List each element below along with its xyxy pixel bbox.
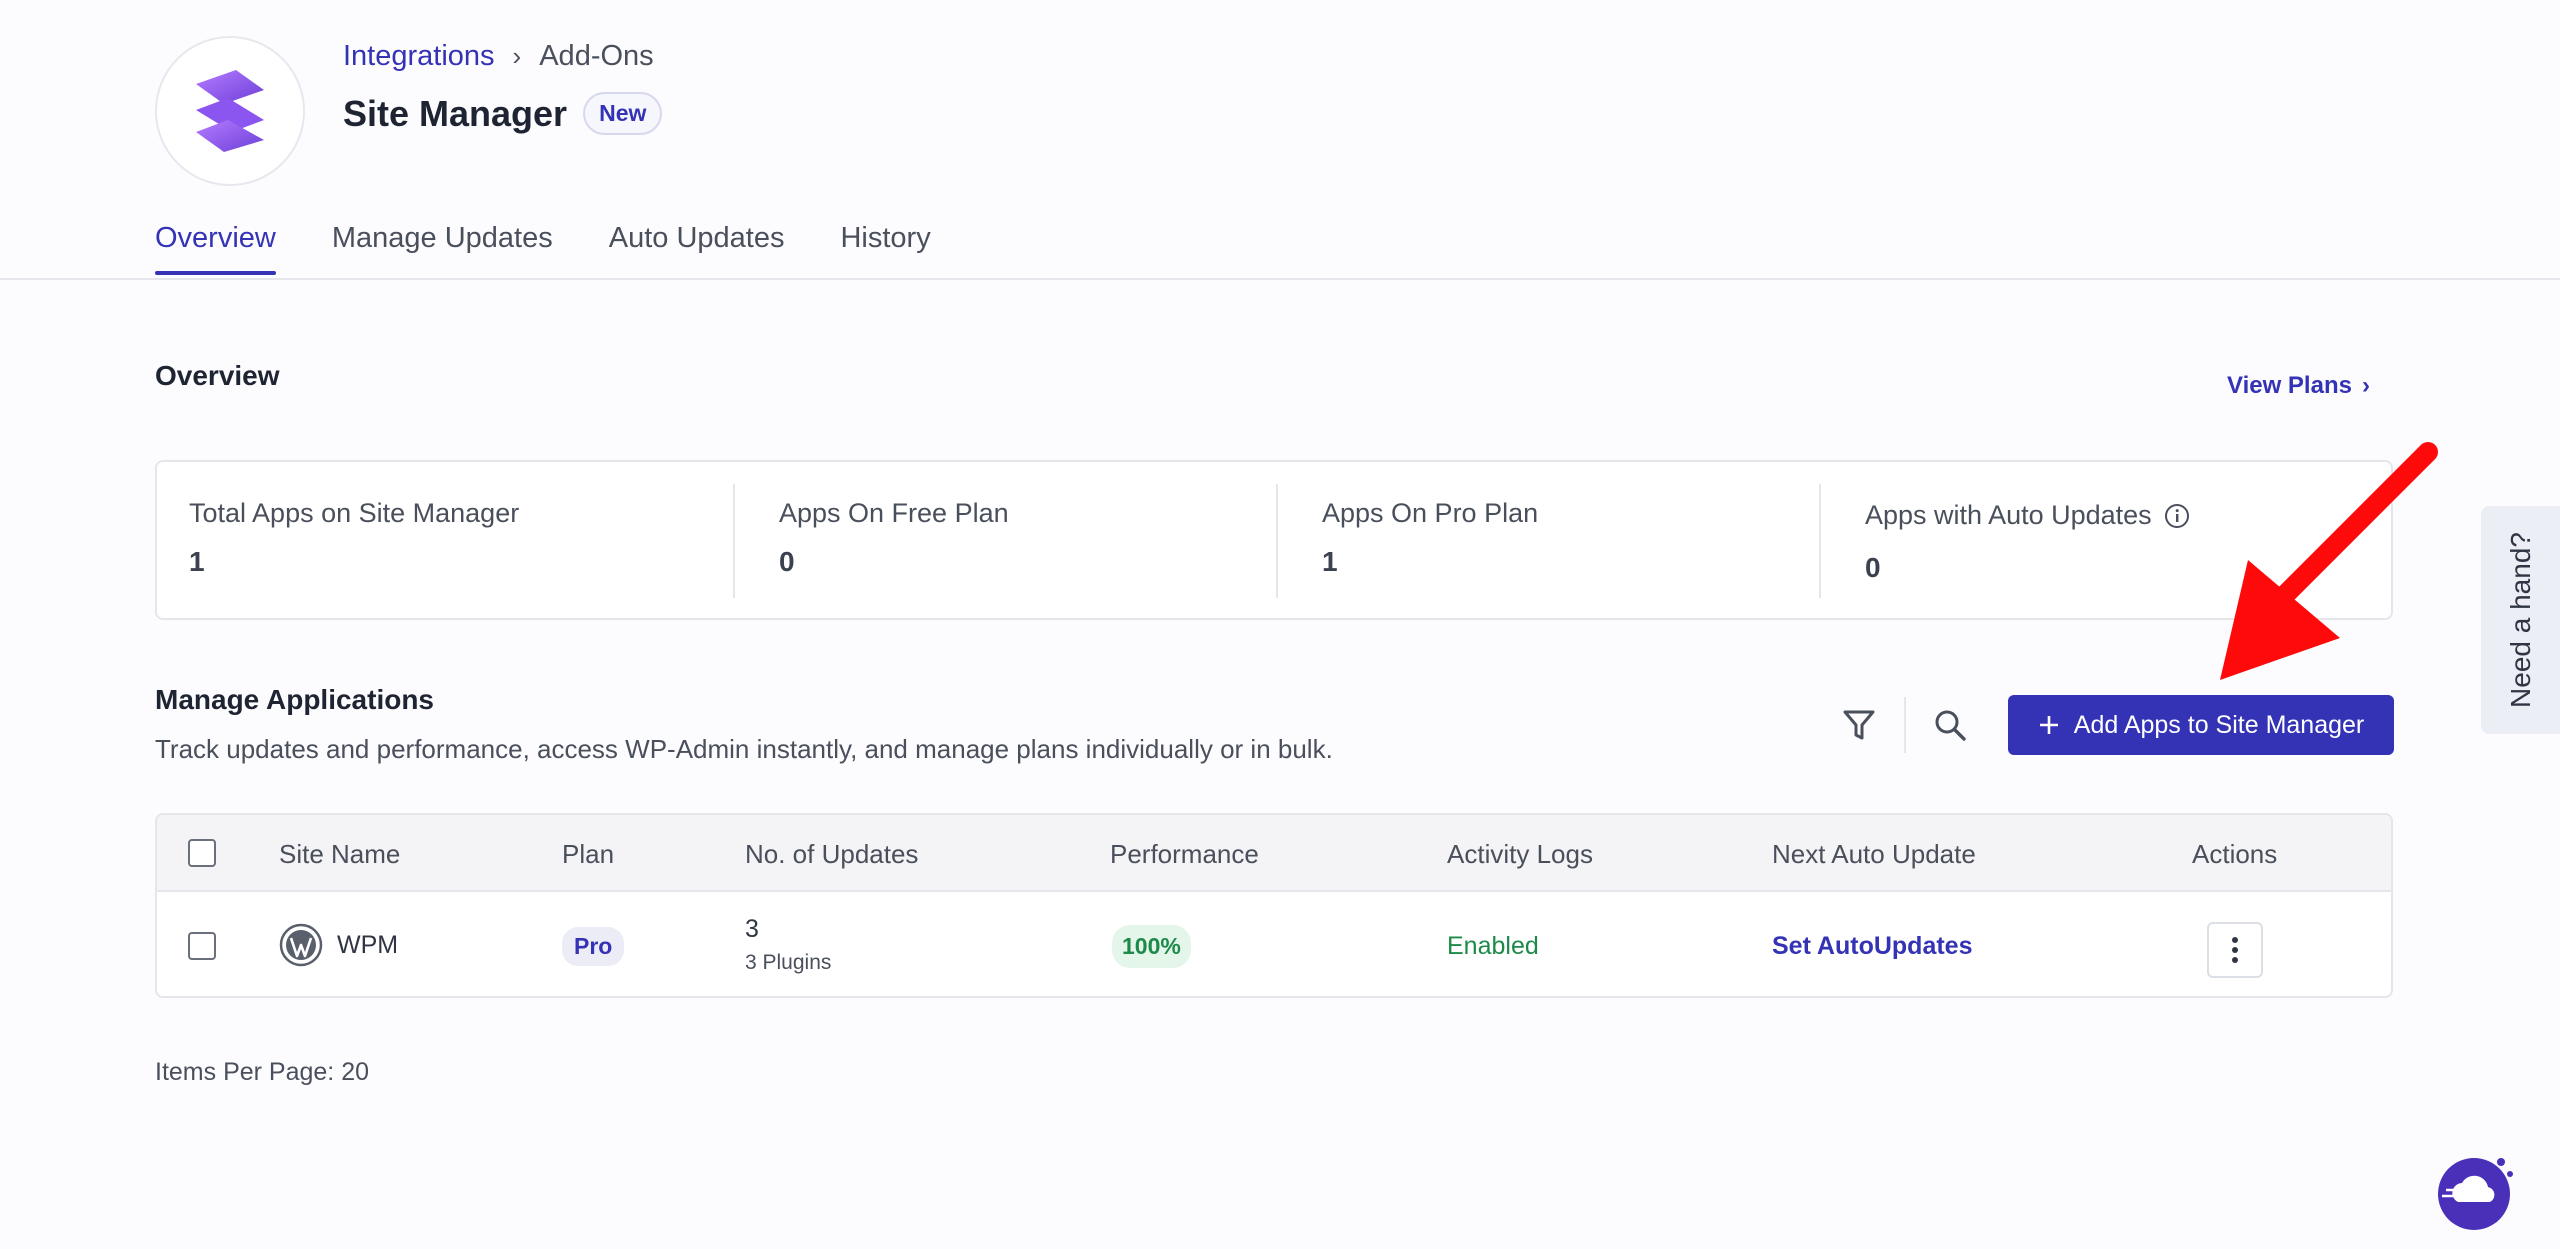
toolbar-divider (1904, 697, 1906, 753)
row-checkbox[interactable] (188, 932, 216, 960)
need-a-hand-tab[interactable]: Need a hand? (2481, 506, 2560, 734)
items-per-page[interactable]: Items Per Page: 20 (155, 1058, 369, 1087)
column-header[interactable]: Site Name (279, 839, 400, 870)
stat-value: 1 (1322, 546, 1338, 577)
performance-badge: 100% (1112, 925, 1191, 968)
chevron-right-icon: › (2361, 372, 2370, 399)
site-manager-logo (155, 36, 305, 186)
divider (733, 484, 735, 598)
updates-detail: 3 Plugins (745, 951, 832, 974)
chat-cloud-icon[interactable] (2436, 1150, 2516, 1230)
annotation-arrow (2220, 442, 2438, 680)
tab-manage-updates[interactable]: Manage Updates (332, 222, 553, 275)
activity-logs-status: Enabled (1447, 932, 1539, 960)
overview-title: Overview (155, 360, 280, 391)
kebab-menu-icon (2232, 937, 2238, 963)
plan-badge: Pro (562, 927, 625, 966)
tab-bar: Overview Manage Updates Auto Updates His… (155, 222, 931, 275)
breadcrumb-current: Add-Ons (539, 40, 654, 72)
column-header[interactable]: Performance (1110, 839, 1259, 870)
site-name[interactable]: WPM (337, 931, 398, 960)
add-apps-button[interactable]: Add Apps to Site Manager (2008, 695, 2394, 755)
column-header: Actions (2192, 839, 2278, 869)
stat-value: 0 (1865, 552, 1881, 583)
page-title: Site Manager (343, 92, 568, 134)
column-header[interactable]: Activity Logs (1447, 839, 1593, 870)
stat-label: Apps with Auto Updates (1865, 500, 2152, 530)
search-button[interactable] (1925, 700, 1975, 750)
new-badge: New (583, 92, 663, 135)
row-actions-button[interactable] (2207, 922, 2263, 978)
applications-table: Site Name Plan No. of Updates Performanc… (155, 813, 2393, 998)
add-apps-label: Add Apps to Site Manager (2073, 710, 2365, 739)
table-header: Site Name Plan No. of Updates Performanc… (157, 815, 2391, 892)
page-header: Integrations › Add-Ons Site Manager New … (0, 0, 2560, 280)
divider (1276, 484, 1278, 598)
manage-applications-description: Track updates and performance, access WP… (155, 734, 1333, 764)
tab-history[interactable]: History (840, 222, 930, 275)
stat-label: Apps On Free Plan (779, 498, 1009, 528)
filter-button[interactable] (1834, 700, 1884, 750)
breadcrumb-integrations-link[interactable]: Integrations (343, 40, 495, 73)
stat-label: Apps On Pro Plan (1322, 498, 1539, 528)
column-header[interactable]: Plan (562, 839, 614, 870)
manage-applications-title: Manage Applications (155, 684, 435, 715)
stat-label: Total Apps on Site Manager (189, 498, 520, 528)
stat-value: 1 (189, 546, 205, 577)
plus-icon (2039, 716, 2058, 734)
filter-icon (1843, 710, 1875, 740)
updates-count: 3 (745, 915, 759, 943)
search-icon (1935, 710, 1966, 741)
column-header[interactable]: No. of Updates (745, 839, 918, 870)
chevron-right-icon: › (512, 41, 522, 71)
tab-overview[interactable]: Overview (155, 222, 276, 275)
stat-value: 0 (779, 546, 795, 577)
wordpress-icon (279, 923, 323, 967)
stats-card: Total Apps on Site Manager 1 Apps On Fre… (155, 460, 2393, 620)
site-manager-logo-icon (196, 70, 264, 152)
set-autoupdates-link[interactable]: Set AutoUpdates (1772, 932, 1972, 961)
view-plans-label: View Plans (2227, 372, 2352, 399)
tab-auto-updates[interactable]: Auto Updates (609, 222, 785, 275)
title-row: Site Manager New (343, 92, 663, 135)
view-plans-link[interactable]: View Plans › (2227, 372, 2370, 400)
select-all-checkbox[interactable] (188, 839, 216, 867)
stat-label-row: Apps with Auto Updates (1865, 500, 2190, 531)
breadcrumb: Integrations › Add-Ons (343, 40, 654, 73)
column-header[interactable]: Next Auto Update (1772, 839, 1976, 870)
need-a-hand-label: Need a hand? (2504, 532, 2536, 708)
divider (1819, 484, 1821, 598)
